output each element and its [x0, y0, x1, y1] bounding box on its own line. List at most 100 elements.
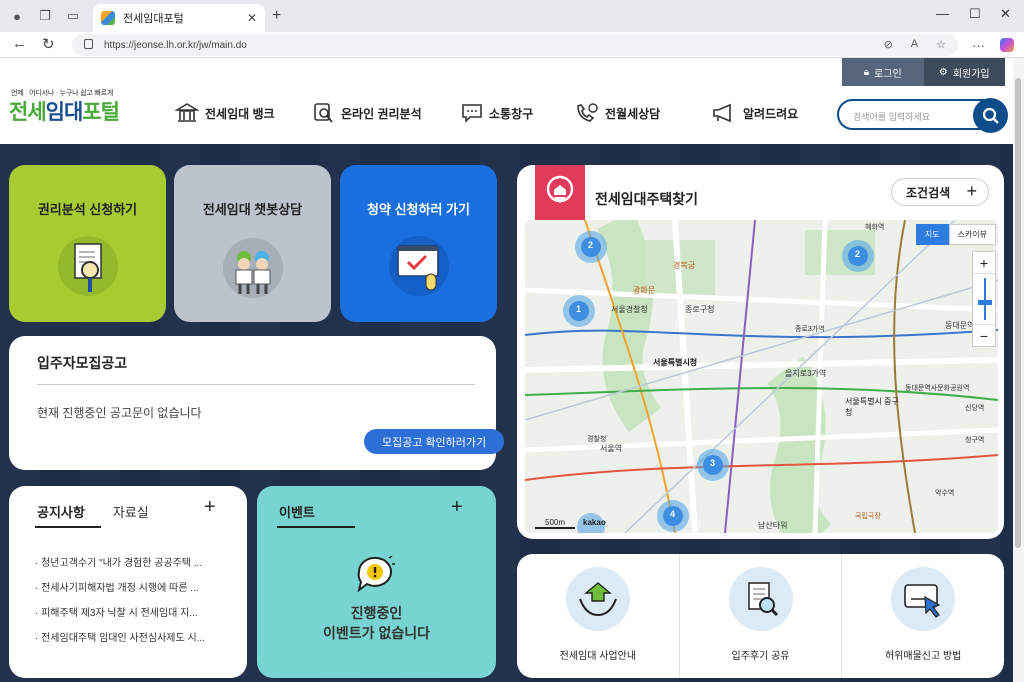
tab-notice[interactable]: 공지사항 — [37, 502, 85, 521]
site-logo[interactable]: 전세임대포털 — [9, 96, 120, 126]
list-item[interactable]: · 피해주택 제3자 낙찰 시 전세임대 지... — [35, 604, 235, 629]
chatbot-label: 전세임대 챗봇상담 — [202, 202, 303, 217]
site-search-box[interactable]: 검색어를 입력하세요 — [837, 98, 1008, 133]
nav-jeonse-bank[interactable]: 전세임대 뱅크 — [175, 102, 275, 124]
search-icon — [982, 107, 999, 124]
scale-label: 500m — [535, 518, 576, 529]
megaphone-icon — [713, 103, 731, 123]
cluster-count[interactable]: 2 — [588, 240, 593, 250]
event-more-button[interactable]: + — [451, 496, 463, 519]
browser-tab-bar: ● ❒ ▭ 전세임대포털 ✕ + — ☐ ✕ — [0, 0, 1024, 32]
map-label: 남산타워 — [758, 521, 788, 530]
map-tiles — [525, 220, 998, 533]
map-type-toggle: 지도 스카이뷰 — [915, 224, 996, 245]
map-label: 서울특별시청 — [653, 358, 698, 367]
address-bar-row: ← ↻ https://jeonse.lh.or.kr/jw/main.do ⊘… — [0, 32, 1024, 58]
monitor-cursor-icon — [891, 567, 956, 631]
list-item[interactable]: · 청년고객수기 "내가 경험한 공공주택 ... — [35, 554, 235, 579]
lock-small-icon: 🔒︎ — [863, 66, 870, 78]
map-label: 종로3가역 — [795, 326, 825, 333]
service-label: 전세임대 사업안내 — [559, 651, 637, 662]
reload-icon[interactable]: ↻ — [42, 35, 55, 53]
nav-notices[interactable]: 알려드려요 — [711, 102, 798, 124]
signup-button[interactable]: ⚙ 회원가입 — [924, 58, 1006, 86]
map-type-skyview[interactable]: 스카이뷰 — [948, 224, 996, 245]
service-business-guide[interactable]: 전세임대 사업안내 — [517, 554, 680, 678]
favorite-star-icon[interactable]: ☆ — [936, 38, 946, 51]
notice-list: · 청년고객수기 "내가 경험한 공공주택 ... · 전세사기피해자법 개정 … — [35, 554, 235, 654]
map-label: 종로구청 — [685, 305, 715, 314]
view-recruitment-button[interactable]: 모집공고 확인하러가기 — [364, 429, 504, 454]
tab-resources[interactable]: 자료실 — [113, 502, 149, 521]
close-window-icon[interactable]: ✕ — [1000, 6, 1011, 22]
map-label: 광화문 — [633, 286, 656, 295]
plus-icon: + — [966, 181, 977, 201]
rights-analysis-label: 권리분석 신청하기 — [37, 202, 138, 217]
phone-chat-icon — [577, 103, 598, 122]
tab-actions-icon[interactable]: ▭ — [64, 7, 82, 25]
nav-online-rights-analysis[interactable]: 온라인 권리분석 — [313, 102, 422, 124]
kakao-map[interactable]: 2 1 2 3 4 서울특별시청 종로구청 서울경찰청 서울역 남산타워 동대문… — [525, 220, 998, 533]
web-page: 🔒︎ 로그인 ⚙ 회원가입 언제 · 어디서나 · 누구나 쉽고 빠르게 전세임… — [0, 58, 1013, 682]
map-label: 청구역 — [965, 437, 985, 444]
zoom-slider[interactable] — [973, 274, 995, 324]
zoom-in-button[interactable]: + — [973, 252, 995, 274]
tracking-icon[interactable]: ⊘ — [884, 38, 893, 51]
nav-communication[interactable]: 소통창구 — [461, 102, 533, 124]
map-label: 서울경찰청 — [611, 305, 648, 314]
map-type-map[interactable]: 지도 — [915, 224, 949, 245]
new-tab-icon[interactable]: + — [272, 7, 281, 25]
close-tab-icon[interactable]: ✕ — [247, 11, 257, 25]
map-label: 혜화역 — [865, 224, 885, 231]
login-button[interactable]: 🔒︎ 로그인 — [842, 58, 924, 86]
main-content: 권리분석 신청하기 전세임대 챗봇상담 청약 신청하러 가기 입주자모집공고 현… — [0, 144, 1013, 682]
house-search-panel: 전세임대주택찾기 조건검색 + 2 1 2 3 4 서울특별시청 종로구청 서울… — [517, 165, 1004, 539]
condition-search-button[interactable]: 조건검색 + — [891, 178, 989, 206]
scrollbar-thumb[interactable] — [1015, 78, 1021, 548]
copilot-icon[interactable] — [1000, 38, 1014, 52]
subscription-label: 청약 신청하러 가기 — [367, 202, 470, 217]
maximize-icon[interactable]: ☐ — [969, 6, 981, 22]
lock-icon — [84, 39, 93, 49]
map-label: 을지로3가역 — [785, 369, 827, 378]
list-item[interactable]: · 전세임대주택 임대인 사전심사제도 시... — [35, 629, 235, 654]
cluster-count[interactable]: 3 — [710, 458, 715, 468]
rights-analysis-card[interactable]: 권리분석 신청하기 — [9, 165, 166, 322]
more-menu-icon[interactable]: ··· — [972, 38, 985, 53]
page-scrollbar[interactable] — [1013, 58, 1024, 682]
zoom-control: + − — [972, 251, 996, 347]
cluster-count[interactable]: 1 — [576, 304, 581, 314]
back-icon[interactable]: ← — [12, 35, 27, 52]
service-false-listing-report[interactable]: 허위매물신고 방법 — [842, 554, 1004, 678]
alert-bubble-icon — [357, 556, 395, 593]
cluster-count[interactable]: 4 — [670, 509, 675, 519]
profile-icon[interactable]: ● — [8, 7, 26, 25]
zoom-out-button[interactable]: − — [973, 324, 995, 346]
event-underline — [277, 526, 355, 528]
document-magnifier-icon — [57, 236, 118, 296]
cluster-count[interactable]: 2 — [855, 249, 860, 259]
chatbot-people-icon — [222, 238, 283, 298]
zoom-handle[interactable] — [978, 300, 992, 305]
workspaces-icon[interactable]: ❒ — [36, 7, 54, 25]
minimize-icon[interactable]: — — [936, 6, 949, 21]
house-search-title: 전세임대주택찾기 — [595, 191, 699, 207]
browser-tab[interactable]: 전세임대포털 ✕ — [93, 4, 265, 32]
search-input[interactable]: 검색어를 입력하세요 — [853, 110, 930, 123]
map-label: 서울역 — [600, 444, 623, 453]
list-item[interactable]: · 전세사기피해자법 개정 시행에 따른 ... — [35, 579, 235, 604]
top-account-buttons: 🔒︎ 로그인 ⚙ 회원가입 — [842, 58, 1005, 86]
service-review-share[interactable]: 입주후기 공유 — [680, 554, 843, 678]
search-button[interactable] — [973, 98, 1008, 133]
subscription-card[interactable]: 청약 신청하러 가기 — [340, 165, 497, 322]
monitor-check-icon — [388, 236, 449, 296]
active-tab-underline — [35, 526, 101, 528]
notice-more-button[interactable]: + — [204, 496, 216, 519]
gear-icon: ⚙ — [938, 66, 948, 78]
read-aloud-icon[interactable]: A — [911, 38, 918, 51]
chat-icon — [462, 104, 482, 123]
login-label: 로그인 — [874, 68, 902, 80]
nav-rent-consult[interactable]: 전월세상담 — [575, 102, 660, 124]
url-field[interactable]: https://jeonse.lh.or.kr/jw/main.do ⊘ A ☆ — [72, 34, 958, 56]
chatbot-card[interactable]: 전세임대 챗봇상담 — [174, 165, 331, 322]
